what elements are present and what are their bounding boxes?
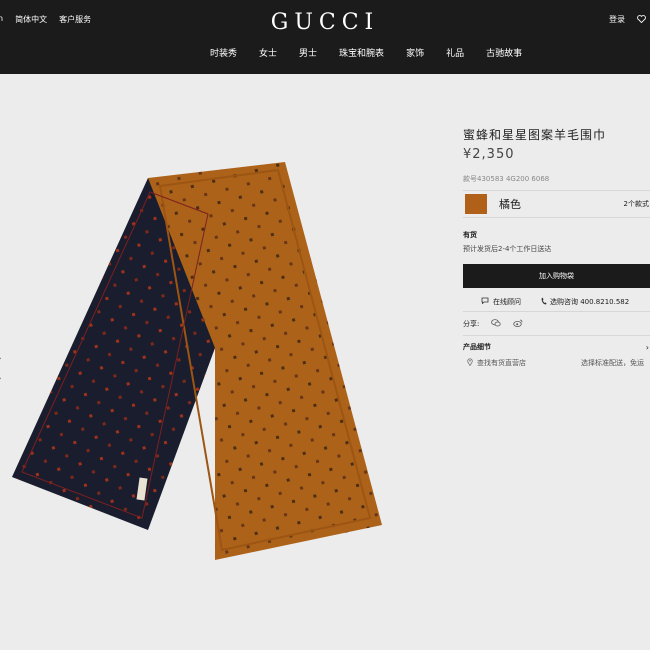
product-info-panel: 蜜蜂和星星图案羊毛围巾 ¥2,350 款号430583 4G200 6068 橘… (463, 126, 650, 368)
product-title: 蜜蜂和星星图案羊毛围巾 (463, 128, 607, 142)
store-finder-label: 查找有货直营店 (477, 359, 526, 367)
store-finder-link[interactable]: 查找有货直营店 (467, 358, 526, 368)
chat-advisor-link[interactable]: 在线顾问 (481, 297, 521, 307)
chevron-right-icon: › (645, 342, 649, 352)
chat-icon (481, 297, 489, 306)
variant-count[interactable]: 2个款式 (624, 199, 649, 209)
product-details-toggle[interactable]: 产品细节 › (463, 336, 650, 358)
location-pin-icon (467, 358, 473, 368)
phone-icon (541, 297, 547, 307)
phone-label: 选购咨询 400.8210.582 (550, 297, 630, 306)
store-delivery-row: 查找有货直营店 选择标准配送，免运 (463, 358, 650, 368)
share-row: 分享: (463, 312, 650, 336)
details-label: 产品细节 (463, 343, 491, 351)
color-name: 橘色 (499, 198, 521, 211)
contact-row: 在线顾问 选购咨询 400.8210.582 (463, 292, 650, 312)
delivery-option-text[interactable]: 选择标准配送，免运 (581, 358, 644, 368)
color-selector[interactable]: 橘色 2个款式 › (463, 190, 650, 218)
product-sku: 款号430583 4G200 6068 (463, 175, 550, 183)
add-to-cart-button[interactable]: 加入购物袋 (463, 264, 650, 288)
stock-status: 有货 (463, 231, 477, 239)
wechat-icon[interactable] (491, 318, 501, 329)
product-price: ¥2,350 (463, 147, 515, 162)
color-swatch (465, 194, 487, 214)
chat-advisor-label: 在线顾问 (493, 297, 521, 306)
weibo-icon[interactable] (513, 319, 523, 329)
share-label: 分享: (463, 319, 480, 328)
shipping-estimate: 预计发货后2-4个工作日送达 (463, 245, 552, 253)
phone-link[interactable]: 选购咨询 400.8210.582 (541, 297, 629, 307)
